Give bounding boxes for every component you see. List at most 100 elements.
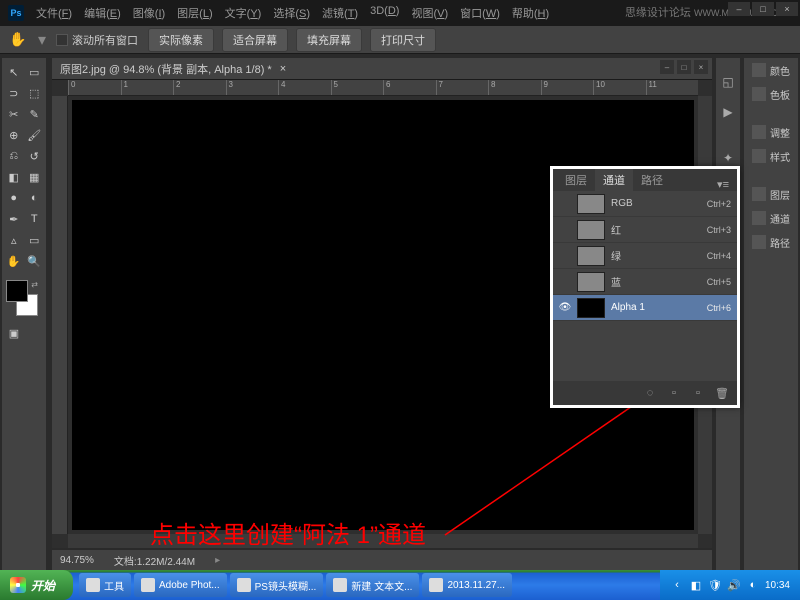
doc-size-info[interactable]: 文档:1.22M/2.44M	[114, 553, 195, 568]
visibility-icon[interactable]: 👁	[559, 302, 571, 314]
menu-t[interactable]: 滤镜(T)	[318, 3, 362, 23]
hand-tool[interactable]: ✋	[4, 251, 24, 271]
menu-e[interactable]: 编辑(E)	[80, 3, 125, 23]
minimize-button[interactable]: –	[728, 2, 750, 16]
zoom-tool[interactable]: 🔍	[25, 251, 45, 271]
screenmode-tool[interactable]: ▣	[4, 323, 24, 343]
visibility-icon[interactable]	[559, 276, 571, 288]
eyedropper-tool[interactable]: ✎	[25, 104, 45, 124]
eraser-tool[interactable]: ◧	[4, 167, 24, 187]
close-icon[interactable]: ×	[280, 63, 286, 75]
panel-footer: ◌ ▫ ▫ 🗑	[553, 381, 737, 405]
tray-icon[interactable]: ◐	[746, 578, 760, 592]
new-channel-icon[interactable]: ▫	[691, 386, 705, 400]
channel-name: 绿	[611, 248, 701, 263]
menu-l[interactable]: 图层(L)	[173, 3, 216, 23]
panel-menu-icon[interactable]: ▾≡	[713, 178, 733, 191]
dock-2[interactable]: 调整	[744, 120, 798, 144]
tab-paths[interactable]: 路径	[633, 169, 671, 191]
visibility-icon[interactable]	[559, 250, 571, 262]
menubar: 文件(F)编辑(E)图像(I)图层(L)文字(Y)选择(S)滤镜(T)3D(D)…	[32, 3, 553, 23]
stamp-tool[interactable]: ⎌	[4, 146, 24, 166]
scroll-all-checkbox[interactable]: 滚动所有窗口	[56, 32, 138, 48]
visibility-icon[interactable]	[559, 224, 571, 236]
dock-3[interactable]: 样式	[744, 144, 798, 168]
menu-s[interactable]: 选择(S)	[269, 3, 314, 23]
menu-v[interactable]: 视图(V)	[407, 3, 452, 23]
channel-row[interactable]: RGBCtrl+2	[553, 191, 737, 217]
doc-close-button[interactable]: ×	[694, 60, 708, 74]
foreground-color[interactable]	[6, 280, 28, 302]
channel-thumbnail	[577, 298, 605, 318]
quick-select-tool[interactable]: ⬚	[25, 83, 45, 103]
ruler-horizontal[interactable]: 01234567891011	[68, 80, 698, 96]
channel-thumbnail	[577, 220, 605, 240]
history-icon[interactable]: ◱	[716, 70, 740, 94]
brush-tool[interactable]: 🖌	[25, 125, 45, 145]
option-button[interactable]: 实际像素	[148, 28, 214, 52]
color-swatches[interactable]: ⇄	[4, 280, 40, 316]
dock-6[interactable]: 路径	[744, 230, 798, 254]
menu-f[interactable]: 文件(F)	[32, 3, 76, 23]
channel-row[interactable]: 绿Ctrl+4	[553, 243, 737, 269]
tray-icon[interactable]: 🛡	[708, 578, 722, 592]
doc-minimize-button[interactable]: –	[660, 60, 674, 74]
tray-icon[interactable]: ‹	[670, 578, 684, 592]
maximize-button[interactable]: □	[752, 2, 774, 16]
delete-channel-icon[interactable]: 🗑	[715, 386, 729, 400]
move-tool[interactable]: ↖	[4, 62, 24, 82]
document-tab[interactable]: 原图2.jpg @ 94.8% (背景 副本, Alpha 1/8) * × –…	[52, 58, 712, 80]
play-icon[interactable]: ▶	[716, 100, 740, 124]
system-tray[interactable]: ‹ ◧ 🛡 🔊 ◐ 10:34	[660, 570, 800, 600]
heal-tool[interactable]: ⊕	[4, 125, 24, 145]
option-button[interactable]: 适合屏幕	[222, 28, 288, 52]
load-selection-icon[interactable]: ◌	[643, 386, 657, 400]
dock-5[interactable]: 通道	[744, 206, 798, 230]
lasso-tool[interactable]: ⊃	[4, 83, 24, 103]
channel-thumbnail	[577, 246, 605, 266]
type-tool[interactable]: T	[25, 209, 45, 229]
crop-tool[interactable]: ✂	[4, 104, 24, 124]
gradient-tool[interactable]: ▦	[25, 167, 45, 187]
taskbar-item[interactable]: 新建 文本文...	[326, 573, 419, 597]
menu-i[interactable]: 图像(I)	[129, 3, 169, 23]
channel-row[interactable]: 红Ctrl+3	[553, 217, 737, 243]
save-selection-icon[interactable]: ▫	[667, 386, 681, 400]
taskbar-item[interactable]: 工具	[79, 573, 131, 597]
tab-channels[interactable]: 通道	[595, 169, 633, 191]
menu-d[interactable]: 3D(D)	[366, 3, 403, 23]
dock-4[interactable]: 图层	[744, 182, 798, 206]
tab-layers[interactable]: 图层	[557, 169, 595, 191]
dock-1[interactable]: 色板	[744, 82, 798, 106]
ruler-vertical[interactable]	[52, 96, 68, 534]
tray-icon[interactable]: 🔊	[727, 578, 741, 592]
start-button[interactable]: 开始	[0, 570, 73, 600]
app-logo: Ps	[8, 5, 24, 21]
zoom-level[interactable]: 94.75%	[60, 555, 94, 566]
tray-icon[interactable]: ◧	[689, 578, 703, 592]
swap-colors-icon[interactable]: ⇄	[31, 280, 38, 289]
menu-h[interactable]: 帮助(H)	[508, 3, 553, 23]
dodge-tool[interactable]: ◐	[25, 188, 45, 208]
shape-tool[interactable]: ▭	[25, 230, 45, 250]
dock-0[interactable]: 颜色	[744, 58, 798, 82]
menu-y[interactable]: 文字(Y)	[221, 3, 266, 23]
taskbar-item[interactable]: PS镜头模糊...	[230, 573, 324, 597]
pen-tool[interactable]: ✒	[4, 209, 24, 229]
menu-w[interactable]: 窗口(W)	[456, 3, 504, 23]
path-select-tool[interactable]: ▵	[4, 230, 24, 250]
close-button[interactable]: ×	[776, 2, 798, 16]
clock[interactable]: 10:34	[765, 580, 790, 591]
taskbar-item[interactable]: 2013.11.27...	[422, 573, 512, 597]
blur-tool[interactable]: ●	[4, 188, 24, 208]
panel-tabs: 图层 通道 路径 ▾≡	[553, 169, 737, 191]
history-brush-tool[interactable]: ↺	[25, 146, 45, 166]
marquee-tool[interactable]: ▭	[25, 62, 45, 82]
taskbar-item[interactable]: Adobe Phot...	[134, 573, 227, 597]
option-button[interactable]: 填充屏幕	[296, 28, 362, 52]
visibility-icon[interactable]	[559, 198, 571, 210]
channel-row[interactable]: 👁Alpha 1Ctrl+6	[553, 295, 737, 321]
option-button[interactable]: 打印尺寸	[370, 28, 436, 52]
channel-row[interactable]: 蓝Ctrl+5	[553, 269, 737, 295]
doc-maximize-button[interactable]: □	[677, 60, 691, 74]
